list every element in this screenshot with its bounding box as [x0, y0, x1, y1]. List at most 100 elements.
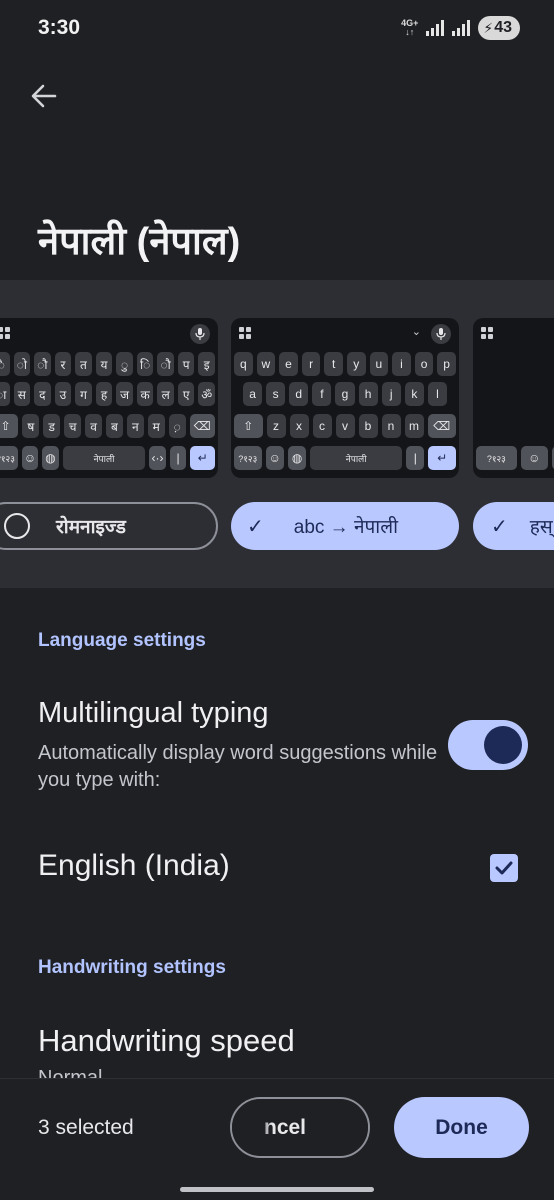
chip-label: रोमनाइज्ड	[56, 517, 126, 538]
key-row: ा स द उ ग ह ज क ल ए ॐ	[0, 382, 218, 406]
key: g	[335, 382, 355, 406]
apps-grid-icon	[0, 327, 10, 339]
apps-grid-icon	[481, 327, 493, 339]
handwriting-settings-header: Handwriting settings	[38, 957, 226, 978]
status-time: 3:30	[38, 16, 81, 39]
mic-icon	[431, 324, 451, 344]
handwriting-speed-value: Normal	[38, 1067, 103, 1078]
shift-key-icon: ⇧	[0, 414, 19, 438]
status-bar: 3:30 4G+ ↓↑ ⚡ 43	[0, 0, 554, 56]
emoji-key-icon: ☺	[265, 446, 284, 470]
symbols-key: ?१२३	[0, 446, 18, 470]
english-india-label: English (India)	[38, 849, 230, 882]
handwriting-speed-title[interactable]: Handwriting speed	[38, 1023, 295, 1059]
key: t	[324, 352, 343, 376]
key: ै	[0, 352, 10, 376]
apps-grid-icon	[239, 327, 251, 339]
home-indicator[interactable]	[180, 1187, 374, 1192]
enter-key-icon: ↵	[428, 446, 456, 470]
key: v	[335, 414, 355, 438]
status-icons: 4G+ ↓↑ ⚡ 43	[401, 16, 520, 40]
battery-level: 43	[494, 19, 512, 36]
key: l	[427, 382, 447, 406]
check-icon: ✓	[247, 515, 264, 538]
signal-icon-2	[452, 20, 471, 36]
key: c	[312, 414, 332, 438]
key: ो	[13, 352, 31, 376]
key: y	[346, 352, 366, 376]
key: h	[358, 382, 378, 406]
key: ल	[157, 382, 174, 406]
key: u	[369, 352, 389, 376]
language-settings-header: Language settings	[38, 630, 206, 651]
cancel-button[interactable]: ncel	[230, 1097, 370, 1158]
english-india-checkbox[interactable]	[490, 854, 518, 882]
battery-icon: ⚡ 43	[478, 16, 520, 40]
globe-key-icon: ◍	[42, 446, 59, 470]
chevron-down-icon: ⌄	[411, 326, 421, 338]
key: य	[95, 352, 113, 376]
back-button[interactable]	[26, 78, 62, 114]
key: ज	[116, 382, 133, 406]
key: ौ	[157, 352, 174, 376]
multilingual-typing-title: Multilingual typing	[38, 697, 269, 729]
layout-chip-transliteration[interactable]: ✓ abc → नेपाली	[231, 502, 459, 550]
key: k	[404, 382, 424, 406]
key: ा	[0, 382, 10, 406]
key-row: ⇧ ष ड च व ब न म ़ ⌫	[0, 414, 218, 438]
cursor-key-icon: ‹·›	[149, 446, 166, 470]
key: ह	[95, 382, 113, 406]
symbols-key: ?१२३	[234, 446, 262, 470]
key: ग	[75, 382, 92, 406]
key: ड	[43, 414, 61, 438]
keyboard-preview-qwerty[interactable]: ⌄ q w e r t y u i o p a s d f g h j k l	[231, 318, 459, 478]
emoji-key-icon: ☺	[520, 446, 548, 470]
key: न	[126, 414, 144, 438]
key: w	[256, 352, 276, 376]
key: j	[381, 382, 401, 406]
key: म	[147, 414, 165, 438]
keyboard-preview-devanagari[interactable]: ै ो ौ र त य ु ि ौ प इ ा स द उ ग ह ज क ल …	[0, 318, 218, 478]
key: र	[54, 352, 72, 376]
selected-count: 3 selected	[38, 1116, 134, 1139]
key: a	[243, 382, 263, 406]
layout-carousel[interactable]: ै ो ौ र त य ु ि ौ प इ ा स द उ ग ह ज क ल …	[0, 280, 554, 588]
layout-chip-romanized[interactable]: रोमनाइज्ड	[0, 502, 218, 550]
key: ौ	[34, 352, 51, 376]
key: ॐ	[198, 382, 216, 406]
period-key: |	[169, 446, 187, 470]
key: r	[301, 352, 321, 376]
check-icon	[495, 861, 513, 875]
key: ष	[22, 414, 40, 438]
key: क	[136, 382, 154, 406]
key: z	[266, 414, 286, 438]
key: o	[414, 352, 434, 376]
layout-chip-handwriting[interactable]: ✓ हस्	[473, 502, 554, 550]
key: ए	[177, 382, 195, 406]
key-row: a s d f g h j k l	[231, 382, 459, 406]
key: ु	[116, 352, 133, 376]
key: त	[75, 352, 92, 376]
mic-icon	[190, 324, 210, 344]
key: m	[404, 414, 424, 438]
key: इ	[198, 352, 216, 376]
key: i	[392, 352, 411, 376]
key-row: ⇧ z x c v b n m ⌫	[231, 414, 459, 438]
key-row: ै ो ौ र त य ु ि ौ प इ	[0, 352, 218, 376]
check-icon: ✓	[491, 515, 508, 538]
back-arrow-icon	[31, 84, 57, 108]
emoji-key-icon: ☺	[21, 446, 39, 470]
key-row: q w e r t y u i o p	[231, 352, 459, 376]
done-button[interactable]: Done	[394, 1097, 529, 1158]
key: प	[177, 352, 195, 376]
chip-label: abc → नेपाली	[293, 517, 399, 538]
page-title: नेपाली (नेपाल)	[38, 221, 241, 263]
key: उ	[54, 382, 72, 406]
network-type-icon: 4G+ ↓↑	[401, 18, 419, 37]
keyboard-preview-handwriting[interactable]: ?१२३ ☺ ◍	[473, 318, 554, 478]
key: च	[64, 414, 82, 438]
key: ि	[136, 352, 154, 376]
key: व	[85, 414, 102, 438]
multilingual-typing-toggle[interactable]	[448, 720, 528, 770]
charging-bolt-icon: ⚡	[483, 19, 494, 36]
